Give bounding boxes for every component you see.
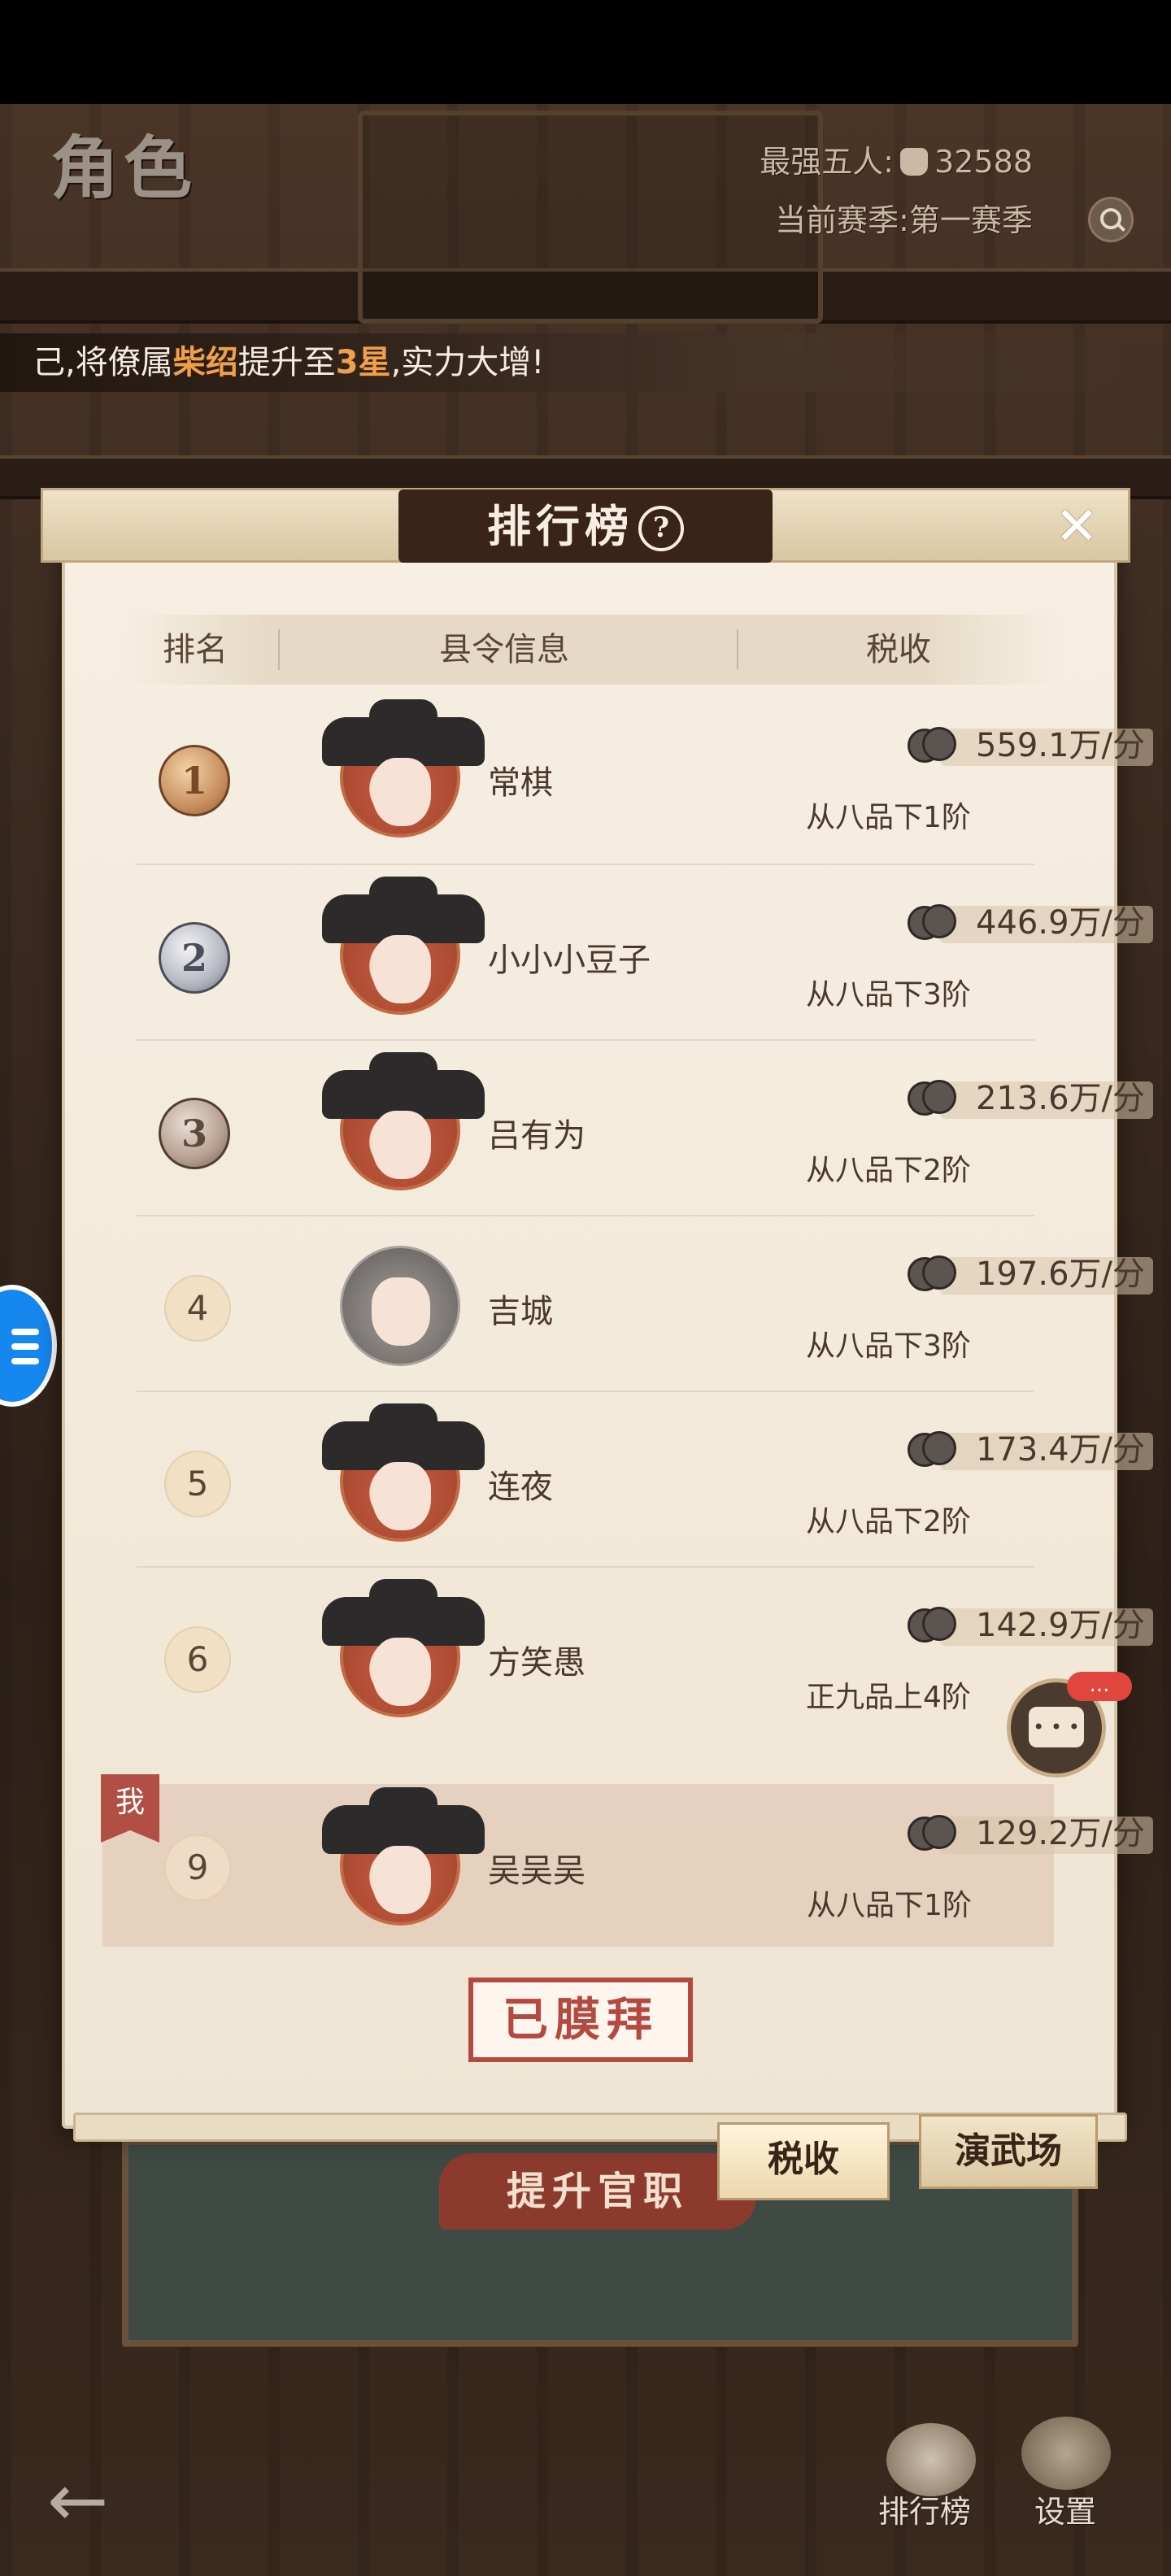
chat-icon bbox=[1029, 1707, 1084, 1747]
strongest-value: 32588 bbox=[934, 144, 1033, 180]
table-row[interactable]: 5 连夜 173.4万/分 从八品下2阶 bbox=[137, 1392, 1153, 1568]
tax-value: 213.6万/分 bbox=[908, 1078, 1153, 1119]
fist-icon bbox=[900, 148, 929, 176]
official-rank: 正九品上4阶 bbox=[806, 1681, 971, 1714]
tab-tax[interactable]: 税收 bbox=[717, 2122, 890, 2200]
avatar[interactable] bbox=[322, 877, 485, 1015]
avatar[interactable] bbox=[322, 1787, 485, 1925]
close-icon[interactable]: ✕ bbox=[1043, 494, 1111, 559]
column-header-info: 县令信息 bbox=[439, 631, 569, 668]
ticker-text: 己,将僚属 bbox=[33, 344, 173, 381]
modal-title: 排行榜? bbox=[398, 490, 773, 563]
tax-amount: 197.6万/分 bbox=[976, 1255, 1145, 1293]
column-divider bbox=[278, 629, 280, 670]
player-name: 连夜 bbox=[488, 1469, 553, 1506]
my-rank-row[interactable]: 9 吴吴吴 129.2万/分 从八品下1阶 bbox=[102, 1784, 1153, 1947]
tax-amount: 559.1万/分 bbox=[976, 727, 1145, 764]
player-name: 小小小豆子 bbox=[488, 942, 651, 979]
table-row[interactable]: 1 常棋 559.1万/分 从八品下1阶 bbox=[137, 690, 1153, 865]
player-name: 吕有为 bbox=[488, 1117, 586, 1155]
official-rank: 从八品下3阶 bbox=[806, 1329, 971, 1363]
column-header-tax: 税收 bbox=[866, 631, 931, 668]
player-name: 常棋 bbox=[488, 764, 553, 802]
player-name: 吉城 bbox=[488, 1293, 553, 1330]
rank-number: 4 bbox=[164, 1275, 231, 1342]
nav-settings-label[interactable]: 设置 bbox=[1034, 2487, 1096, 2531]
strongest-label: 最强五人: bbox=[760, 144, 895, 180]
worship-button[interactable]: 已膜拜 bbox=[468, 1978, 693, 2062]
player-name: 吴吴吴 bbox=[488, 1852, 586, 1890]
season-label: 当前赛季: bbox=[775, 202, 909, 238]
tab-arena[interactable]: 演武场 bbox=[919, 2114, 1098, 2189]
season-value: 第一赛季 bbox=[908, 202, 1033, 238]
coin-icon bbox=[908, 725, 963, 766]
player-name: 方笑愚 bbox=[488, 1644, 586, 1682]
coin-icon bbox=[908, 1254, 963, 1295]
gold-medal-icon: 1 bbox=[159, 745, 230, 816]
tax-value: 559.1万/分 bbox=[908, 725, 1153, 766]
avatar[interactable] bbox=[340, 1246, 460, 1366]
column-divider bbox=[737, 629, 738, 670]
tax-value: 129.2万/分 bbox=[908, 1813, 1153, 1854]
avatar[interactable] bbox=[322, 1052, 485, 1190]
status-bar bbox=[0, 0, 1171, 104]
table-row[interactable]: 6 方笑愚 142.9万/分 正九品上4阶 bbox=[137, 1568, 1153, 1742]
ticker-highlight-name: 柴绍 bbox=[172, 344, 238, 381]
official-rank: 从八品下1阶 bbox=[806, 801, 971, 834]
back-arrow-icon[interactable]: ← bbox=[47, 2465, 108, 2538]
strongest-five: 最强五人: 32588 bbox=[760, 137, 1033, 181]
ticker-text: ,实力大增! bbox=[390, 344, 545, 381]
menu-lines-icon bbox=[11, 1329, 39, 1335]
coin-icon bbox=[908, 1813, 963, 1854]
table-row[interactable]: 3 吕有为 213.6万/分 从八品下2阶 bbox=[137, 1041, 1153, 1216]
ticker-highlight-star: 3星 bbox=[335, 344, 391, 381]
tax-value: 142.9万/分 bbox=[908, 1605, 1153, 1646]
tax-value: 173.4万/分 bbox=[908, 1429, 1153, 1470]
coin-icon bbox=[908, 1605, 963, 1646]
nav-ranking-label[interactable]: 排行榜 bbox=[878, 2487, 971, 2531]
tax-amount: 446.9万/分 bbox=[976, 904, 1145, 942]
official-rank: 从八品下2阶 bbox=[806, 1505, 971, 1538]
search-icon[interactable] bbox=[1088, 197, 1134, 242]
promote-button[interactable]: 提升官职 bbox=[439, 2153, 756, 2230]
tax-amount: 173.4万/分 bbox=[976, 1431, 1145, 1469]
current-season: 当前赛季:第一赛季 bbox=[775, 195, 1033, 240]
modal-title-text: 排行榜 bbox=[487, 500, 633, 552]
coin-icon bbox=[908, 903, 963, 943]
background-panel bbox=[358, 111, 823, 324]
ranking-icon[interactable] bbox=[886, 2423, 976, 2496]
bronze-medal-icon: 3 bbox=[159, 1098, 230, 1169]
avatar[interactable] bbox=[322, 1403, 485, 1542]
coin-icon bbox=[908, 1429, 963, 1470]
column-header-rank: 排名 bbox=[163, 631, 228, 668]
tax-amount: 213.6万/分 bbox=[976, 1080, 1145, 1117]
gear-icon[interactable] bbox=[1021, 2417, 1111, 2490]
ticker-text: 提升至 bbox=[237, 344, 336, 381]
rank-number: 6 bbox=[164, 1626, 231, 1693]
tax-amount: 129.2万/分 bbox=[976, 1815, 1145, 1852]
tax-value: 197.6万/分 bbox=[908, 1254, 1153, 1295]
chat-notification-badge: ... bbox=[1067, 1672, 1132, 1701]
silver-medal-icon: 2 bbox=[159, 922, 230, 994]
news-ticker: 己,将僚属柴绍提升至3星,实力大增! bbox=[0, 333, 1122, 392]
rank-number: 5 bbox=[164, 1451, 231, 1517]
table-row[interactable]: 2 小小小豆子 446.9万/分 从八品下3阶 bbox=[137, 865, 1153, 1041]
avatar[interactable] bbox=[322, 1579, 485, 1717]
official-rank: 从八品下2阶 bbox=[806, 1154, 971, 1187]
tax-value: 446.9万/分 bbox=[908, 903, 1153, 943]
official-rank: 从八品下1阶 bbox=[807, 1889, 972, 1922]
rank-number: 9 bbox=[164, 1834, 231, 1901]
coin-icon bbox=[908, 1078, 963, 1119]
page-title: 角色 bbox=[50, 128, 198, 208]
question-icon[interactable]: ? bbox=[638, 506, 684, 551]
tax-amount: 142.9万/分 bbox=[976, 1607, 1145, 1644]
table-row[interactable]: 4 吉城 197.6万/分 从八品下3阶 bbox=[137, 1216, 1153, 1392]
avatar[interactable] bbox=[322, 699, 485, 838]
official-rank: 从八品下3阶 bbox=[806, 978, 971, 1012]
